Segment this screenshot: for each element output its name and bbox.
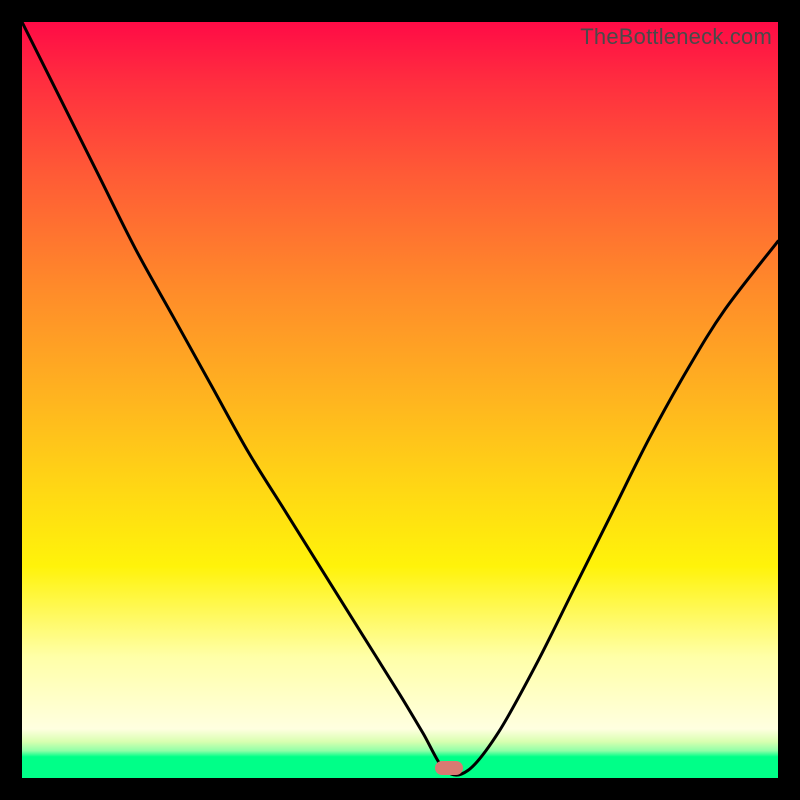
plot-area: TheBottleneck.com (22, 22, 778, 778)
bottleneck-curve (22, 22, 778, 778)
optimal-marker (435, 761, 463, 775)
curve-path (22, 22, 778, 775)
chart-frame: TheBottleneck.com (0, 0, 800, 800)
